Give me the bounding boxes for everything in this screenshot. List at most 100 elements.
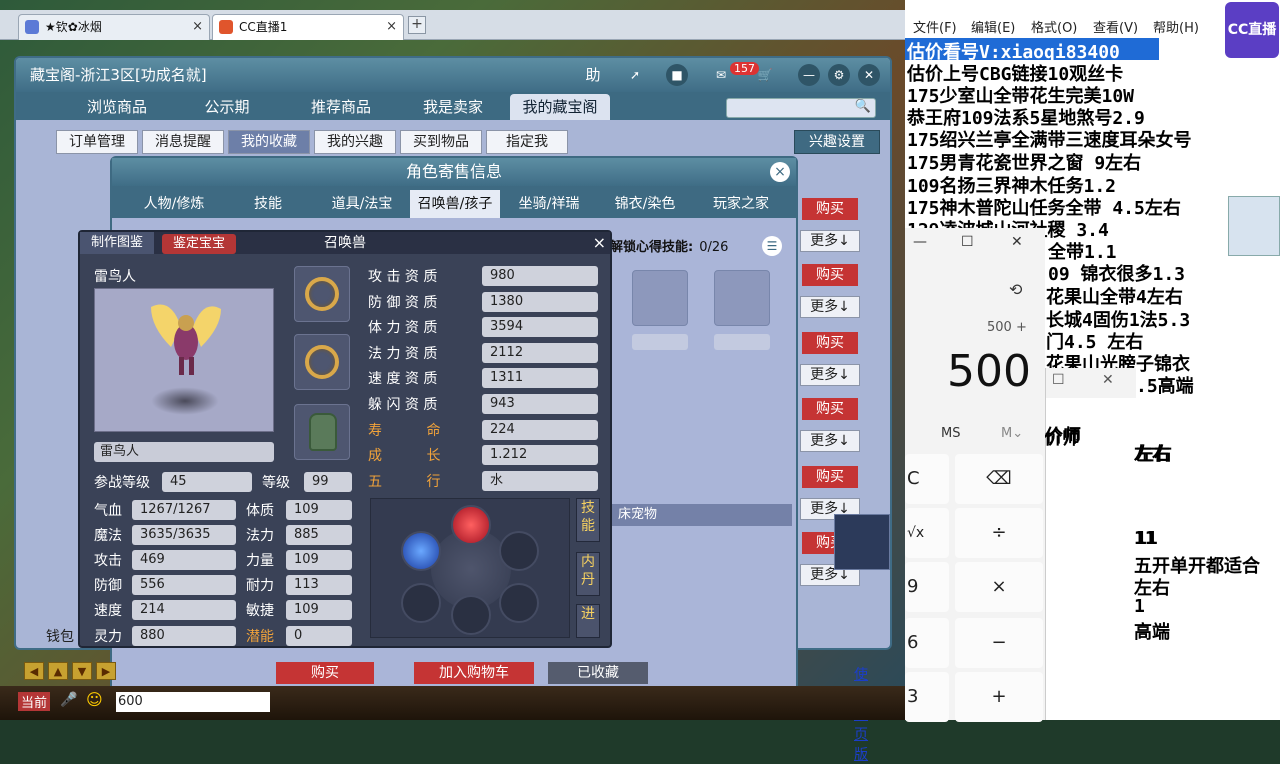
buy-button[interactable]: 购买 — [802, 198, 858, 220]
neidan-slot[interactable] — [499, 531, 539, 571]
buy-button[interactable]: 购买 — [802, 264, 858, 286]
menu-view[interactable]: 查看(V) — [1093, 17, 1138, 36]
tab-skills[interactable]: 技能 — [228, 190, 308, 218]
divide-button[interactable]: ÷ — [955, 508, 1043, 558]
my-interest-button[interactable]: 我的兴趣 — [314, 130, 396, 154]
clear-button[interactable]: C — [905, 454, 949, 504]
close-icon[interactable]: ✕ — [1011, 234, 1023, 250]
make-album-button[interactable]: 制作图鉴 — [80, 232, 154, 254]
message-icon[interactable]: ✉ — [710, 64, 732, 86]
memory-store-button[interactable]: MS — [941, 426, 960, 441]
floating-widget[interactable] — [1228, 196, 1280, 256]
maximize-icon[interactable]: ☐ — [961, 234, 974, 250]
skill-slot[interactable] — [714, 270, 770, 326]
digit-3-button[interactable]: 3 — [905, 672, 949, 722]
equipment-slot-1[interactable] — [294, 266, 350, 322]
neidan-side-button[interactable]: 内丹 — [576, 552, 600, 596]
buy-button[interactable]: 购买 — [802, 398, 858, 420]
skills-side-button[interactable]: 技能 — [576, 498, 600, 542]
multiply-button[interactable]: × — [955, 562, 1043, 612]
minimize-icon[interactable]: — — [913, 234, 927, 250]
minus-button[interactable]: − — [955, 618, 1043, 668]
arrow-down-icon[interactable]: ▼ — [72, 662, 92, 680]
menu-format[interactable]: 格式(O) — [1031, 17, 1077, 36]
search-input[interactable]: 🔍 — [726, 98, 876, 118]
close-icon[interactable]: × — [770, 162, 790, 182]
arrow-right-icon[interactable]: ▶ — [96, 662, 116, 680]
advance-side-button[interactable]: 进 — [576, 604, 600, 638]
tab-my-treasure[interactable]: 我的藏宝阁 — [510, 94, 610, 120]
game-shortcut-icons[interactable] — [834, 514, 890, 570]
close-icon[interactable]: ✕ — [1102, 372, 1114, 388]
close-icon[interactable]: × — [593, 232, 606, 254]
interest-setting-button[interactable]: 兴趣设置 — [794, 130, 880, 154]
menu-file[interactable]: 文件(F) — [913, 17, 957, 36]
microphone-icon[interactable]: 🎤 — [60, 692, 77, 708]
help-button[interactable]: 助 — [582, 64, 604, 86]
search-icon[interactable]: 🔍 — [855, 99, 871, 114]
close-icon[interactable]: × — [386, 15, 397, 39]
tab-pets[interactable]: 召唤兽/孩子 — [410, 190, 500, 218]
browser-tab-1[interactable]: ★钦✿冰烟 × — [18, 14, 210, 40]
emoji-icon[interactable]: ☺ — [86, 690, 103, 709]
message-remind-button[interactable]: 消息提醒 — [142, 130, 224, 154]
menu-icon[interactable]: ☰ — [762, 236, 782, 256]
chat-input[interactable]: 600 — [116, 692, 270, 712]
digit-9-button[interactable]: 9 — [905, 562, 949, 612]
minimize-icon[interactable]: — — [798, 64, 820, 86]
assigned-me-button[interactable]: 指定我 — [486, 130, 568, 154]
more-button[interactable]: 更多↓ — [800, 230, 860, 252]
tab-mounts[interactable]: 坐骑/祥瑞 — [504, 190, 594, 218]
neidan-slot[interactable] — [401, 583, 441, 623]
maximize-icon[interactable]: ☐ — [1052, 372, 1065, 388]
neidan-slot-red[interactable] — [451, 505, 491, 545]
order-manage-button[interactable]: 订单管理 — [56, 130, 138, 154]
plus-button[interactable]: + — [955, 672, 1043, 722]
more-button[interactable]: 更多↓ — [800, 430, 860, 452]
backspace-button[interactable]: ⌫ — [955, 454, 1043, 504]
bought-items-button[interactable]: 买到物品 — [400, 130, 482, 154]
history-icon[interactable]: ⟲ — [1009, 280, 1022, 299]
tab-seller[interactable]: 我是卖家 — [400, 94, 506, 120]
favorited-button[interactable]: 已收藏 — [548, 662, 648, 684]
add-to-cart-button[interactable]: 加入购物车 — [414, 662, 534, 684]
neidan-slot[interactable] — [451, 595, 491, 635]
equipment-slot-2[interactable] — [294, 334, 350, 390]
tab-browse[interactable]: 浏览商品 — [62, 94, 172, 120]
close-icon[interactable]: × — [192, 15, 203, 39]
share-icon[interactable]: ➚ — [624, 64, 646, 86]
buy-button[interactable]: 购买 — [802, 332, 858, 354]
neidan-slot[interactable] — [499, 583, 539, 623]
memory-list-button[interactable]: M⌄ — [1001, 426, 1023, 441]
cart-icon[interactable]: 🛒 — [754, 64, 776, 86]
tab-public[interactable]: 公示期 — [184, 94, 270, 120]
current-channel-label[interactable]: 当前 — [18, 692, 51, 711]
arrow-left-icon[interactable]: ◀ — [24, 662, 44, 680]
equipment-slot-3[interactable] — [294, 404, 350, 460]
new-tab-button[interactable]: + — [408, 16, 426, 34]
close-icon[interactable]: ✕ — [858, 64, 880, 86]
more-button[interactable]: 更多↓ — [800, 364, 860, 386]
quality-value: 3594 — [482, 317, 598, 337]
stop-icon[interactable]: ■ — [666, 64, 688, 86]
buy-button[interactable]: 购买 — [276, 662, 374, 684]
menu-help[interactable]: 帮助(H) — [1153, 17, 1199, 36]
arrow-up-icon[interactable]: ▲ — [48, 662, 68, 680]
tab-costume[interactable]: 锦衣/染色 — [600, 190, 690, 218]
more-button[interactable]: 更多↓ — [800, 296, 860, 318]
browser-tab-2[interactable]: CC直播1 × — [212, 14, 404, 40]
stat-label: 灵力 — [94, 629, 122, 645]
tab-items[interactable]: 道具/法宝 — [314, 190, 410, 218]
tab-recommend[interactable]: 推荐商品 — [286, 94, 396, 120]
menu-edit[interactable]: 编辑(E) — [971, 17, 1015, 36]
neidan-slot-blue[interactable] — [401, 531, 441, 571]
digit-6-button[interactable]: 6 — [905, 618, 949, 668]
tab-character[interactable]: 人物/修炼 — [126, 190, 222, 218]
settings-icon[interactable]: ⚙ — [828, 64, 850, 86]
tab-home[interactable]: 玩家之家 — [696, 190, 786, 218]
skill-slot[interactable] — [632, 270, 688, 326]
sqrt-button[interactable]: √x — [905, 508, 949, 558]
identify-pet-button[interactable]: 鉴定宝宝 — [162, 234, 236, 254]
buy-button[interactable]: 购买 — [802, 466, 858, 488]
my-favorites-button[interactable]: 我的收藏 — [228, 130, 310, 154]
